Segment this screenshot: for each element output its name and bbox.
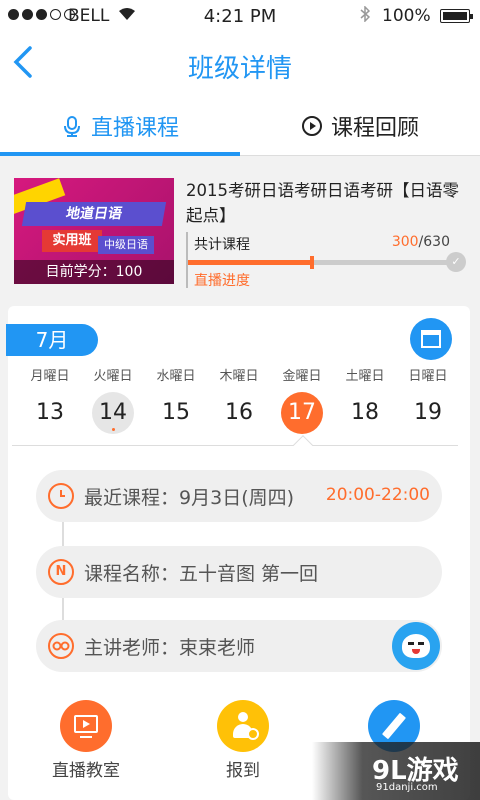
- weekday-label: 金曜日: [282, 369, 322, 384]
- courses-done: 300: [391, 234, 419, 250]
- calendar-icon: [421, 330, 441, 348]
- course-name-value: 五十音图 第一回: [179, 563, 319, 585]
- teacher-row: 主讲老师：束束老师: [36, 620, 442, 672]
- course-progress-section: 共计课程 300/630 ✓ 直播进度: [186, 232, 466, 289]
- weekday-label: 土曜日: [345, 369, 385, 384]
- day-number: 16: [225, 400, 253, 425]
- total-courses-label: 共计课程: [194, 237, 250, 253]
- battery-percent: 100%: [382, 6, 431, 26]
- cover-badge-main: 地道日语: [21, 202, 167, 226]
- today-dot: [112, 428, 115, 431]
- course-title: 2015考研日语考研日语考研【日语零起点】: [186, 181, 459, 225]
- tab-label: 直播课程: [90, 116, 179, 141]
- courses-total: /630: [418, 234, 450, 250]
- day-number: 19: [414, 400, 442, 425]
- tab-live-courses[interactable]: 直播课程: [0, 96, 240, 156]
- month-label: 7月: [6, 324, 98, 356]
- progress-fill: [188, 260, 312, 265]
- day-18[interactable]: 土曜日 18: [337, 366, 393, 446]
- tv-icon: [60, 700, 112, 752]
- weekday-label: 木曜日: [219, 369, 259, 384]
- check-in-icon: [217, 700, 269, 752]
- tab-indicator: [0, 152, 240, 156]
- course-name-row: N 课程名称：五十音图 第一回: [36, 546, 442, 598]
- live-progress-bar: ✓: [188, 252, 466, 272]
- microphone-icon: [61, 115, 83, 137]
- weekday-label: 水曜日: [156, 369, 196, 384]
- teacher-avatar[interactable]: [392, 622, 440, 670]
- clock-icon: [48, 483, 74, 509]
- course-count: 300/630: [392, 234, 450, 250]
- day-19[interactable]: 日曜日 19: [400, 366, 456, 446]
- teacher-label: 主讲老师：: [84, 637, 180, 659]
- play-circle-icon: [301, 115, 323, 137]
- cover-badge-class: 实用班: [42, 230, 102, 252]
- day-number: 17: [281, 392, 323, 434]
- course-name-label: 课程名称：: [84, 563, 180, 585]
- check-in-button[interactable]: 报到: [183, 700, 303, 781]
- progress-label: 直播进度: [194, 273, 250, 289]
- weekday-label: 日曜日: [408, 369, 448, 384]
- schedule-panel: 7月 月曜日 13 火曜日 14 水曜日 15 木曜日 16 金曜日 17 土曜…: [6, 306, 470, 800]
- day-number: 13: [36, 400, 64, 425]
- course-card[interactable]: 地道日语 实用班 中级日语 目前学分：100 2015考研日语考研日语考研【日语…: [0, 160, 480, 300]
- tab-course-review[interactable]: 课程回顾: [240, 96, 480, 156]
- glasses-icon: [48, 633, 74, 659]
- day-number: 18: [351, 400, 379, 425]
- check-icon: ✓: [446, 252, 466, 272]
- cover-badge-level: 中级日语: [98, 236, 154, 254]
- day-15[interactable]: 水曜日 15: [148, 366, 204, 446]
- page-title: 班级详情: [187, 54, 292, 84]
- status-bar: BELL 4:21 PM 100%: [0, 0, 480, 32]
- tab-bar: 直播课程 课程回顾: [0, 96, 480, 156]
- tab-label: 课程回顾: [330, 116, 419, 141]
- battery-icon: [440, 9, 473, 23]
- action-label: 直播教室: [52, 761, 120, 781]
- progress-knob: [309, 256, 314, 269]
- recent-course-label: 最近课程：: [84, 487, 180, 509]
- calendar-button[interactable]: [410, 318, 452, 360]
- day-number: 15: [162, 400, 190, 425]
- week-strip: 月曜日 13 火曜日 14 水曜日 15 木曜日 16 金曜日 17 土曜日 1…: [22, 366, 462, 446]
- action-label: 报到: [226, 761, 260, 781]
- current-credit: 目前学分：100: [14, 260, 174, 284]
- site-watermark: 9L游戏 91danji.com: [312, 742, 480, 800]
- course-cover-image: 地道日语 实用班 中级日语 目前学分：100: [14, 178, 174, 284]
- divider: [12, 445, 458, 446]
- recent-course-time: 20:00-22:00: [325, 485, 430, 505]
- bluetooth-icon: [360, 5, 371, 26]
- recent-course-row: 最近课程：9月3日(周四) 20:00-22:00: [36, 470, 442, 522]
- weekday-label: 月曜日: [30, 369, 70, 384]
- day-16[interactable]: 木曜日 16: [211, 366, 267, 446]
- recent-course-date: 9月3日(周四): [179, 487, 295, 509]
- n-letter-icon: N: [48, 559, 74, 585]
- day-13[interactable]: 月曜日 13: [22, 366, 78, 446]
- day-14[interactable]: 火曜日 14: [85, 366, 141, 446]
- day-17[interactable]: 金曜日 17: [274, 366, 330, 446]
- live-classroom-button[interactable]: 直播教室: [26, 700, 146, 781]
- weekday-label: 火曜日: [93, 369, 133, 384]
- watermark-url: 91danji.com: [376, 782, 438, 793]
- nav-bar: 班级详情: [0, 32, 480, 96]
- teacher-name: 束束老师: [179, 637, 256, 659]
